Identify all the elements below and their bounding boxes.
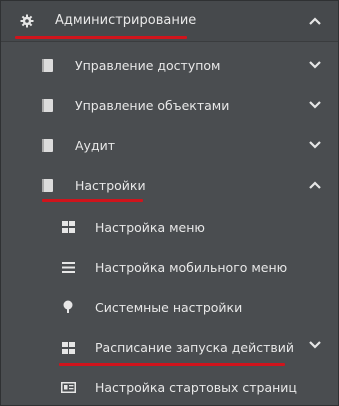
menu-item-label: Управление объектами <box>75 98 230 113</box>
menu-item-label: Управление доступом <box>75 58 221 73</box>
gear-icon <box>20 14 34 28</box>
menu-subitem-mobile-menu-settings[interactable]: Настройка мобильного меню <box>1 248 338 286</box>
menu-item-label: Настройка меню <box>95 220 205 235</box>
grid-icon <box>62 221 75 233</box>
menu-subitem-start-pages-settings[interactable]: Настройка стартовых страниц <box>1 368 338 406</box>
navigation-menu: Администрирование Управление доступом Уп… <box>0 0 339 406</box>
book-icon <box>42 59 53 72</box>
menu-item-label: Аудит <box>75 138 115 153</box>
menu-item-label: Системные настройки <box>95 300 243 315</box>
grid-icon <box>62 342 75 354</box>
menu-subitem-system-settings[interactable]: Системные настройки <box>1 288 338 326</box>
book-icon <box>42 139 53 152</box>
menu-item-access-management[interactable]: Управление доступом <box>1 46 338 84</box>
id-card-icon <box>61 382 76 393</box>
chevron-down-icon[interactable] <box>308 340 322 350</box>
menu-subitem-action-schedule[interactable]: Расписание запуска действий <box>1 328 338 366</box>
active-underline <box>42 199 143 202</box>
chevron-up-icon[interactable] <box>308 180 322 190</box>
menu-item-administration[interactable]: Администрирование <box>1 1 338 42</box>
book-icon <box>42 179 53 192</box>
menu-item-label: Настройки <box>75 178 146 193</box>
menu-item-settings[interactable]: Настройки <box>1 166 338 204</box>
menu-subitem-menu-settings[interactable]: Настройка меню <box>1 208 338 246</box>
book-icon <box>42 99 53 112</box>
menu-item-label: Настройка стартовых страниц <box>95 380 297 395</box>
menu-item-object-management[interactable]: Управление объектами <box>1 86 338 124</box>
list-icon <box>62 262 75 273</box>
chevron-down-icon[interactable] <box>308 100 322 110</box>
chevron-down-icon[interactable] <box>308 60 322 70</box>
active-underline <box>15 36 187 39</box>
menu-item-audit[interactable]: Аудит <box>1 126 338 164</box>
chevron-down-icon[interactable] <box>308 140 322 150</box>
menu-item-label: Расписание запуска действий <box>95 340 295 355</box>
tree-icon <box>63 300 73 313</box>
menu-item-label: Администрирование <box>55 13 197 28</box>
menu-item-label: Настройка мобильного меню <box>95 260 288 275</box>
chevron-up-icon[interactable] <box>308 16 322 26</box>
active-underline <box>59 363 285 366</box>
